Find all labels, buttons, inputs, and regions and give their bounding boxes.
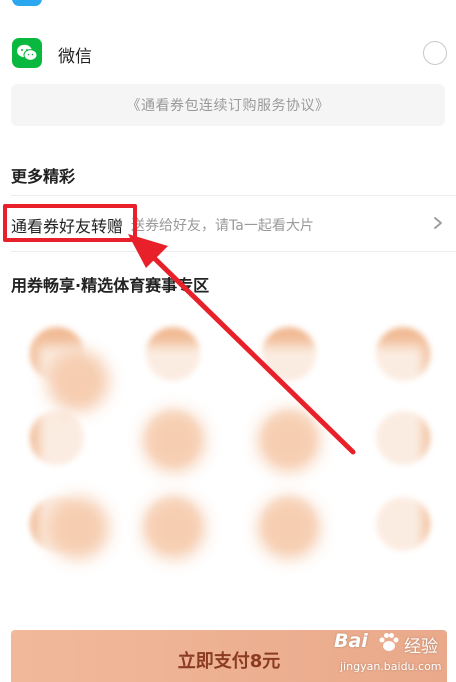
- agreement-link[interactable]: 《通看券包连续订购服务协议》: [11, 84, 445, 126]
- blurred-icon: [258, 410, 320, 472]
- blurred-icon: [143, 497, 205, 559]
- gift-transfer-desc: 送券给好友，请Ta一起看大片: [131, 218, 314, 234]
- chevron-right-icon: [434, 217, 442, 229]
- blurred-icon: [143, 410, 205, 472]
- payment-option-wechat[interactable]: 微信: [0, 24, 456, 82]
- blurred-icon: [47, 497, 109, 559]
- baidu-jingyan-watermark: Bai 经验 jingyan.baidu.com: [334, 630, 456, 682]
- watermark-url: jingyan.baidu.com: [340, 660, 442, 673]
- section-title-sports: 用券畅享·精选体育赛事专区: [11, 276, 210, 295]
- section-title-more: 更多精彩: [11, 167, 76, 186]
- radio-unselected-icon[interactable]: [423, 41, 447, 65]
- pay-button-label: 立即支付8元: [177, 651, 281, 672]
- agreement-text: 《通看券包连续订购服务协议》: [126, 98, 330, 114]
- partial-payment-icon: [12, 0, 42, 6]
- paw-icon: [379, 633, 399, 651]
- blurred-icon: [47, 350, 109, 412]
- wechat-icon: [12, 38, 42, 68]
- watermark-jingyan: 经验: [404, 637, 438, 657]
- blurred-icon: [258, 497, 320, 559]
- watermark-brand: Bai: [334, 630, 368, 652]
- divider: [11, 251, 456, 252]
- wechat-label: 微信: [58, 47, 92, 67]
- annotation-highlight-box: [3, 204, 137, 242]
